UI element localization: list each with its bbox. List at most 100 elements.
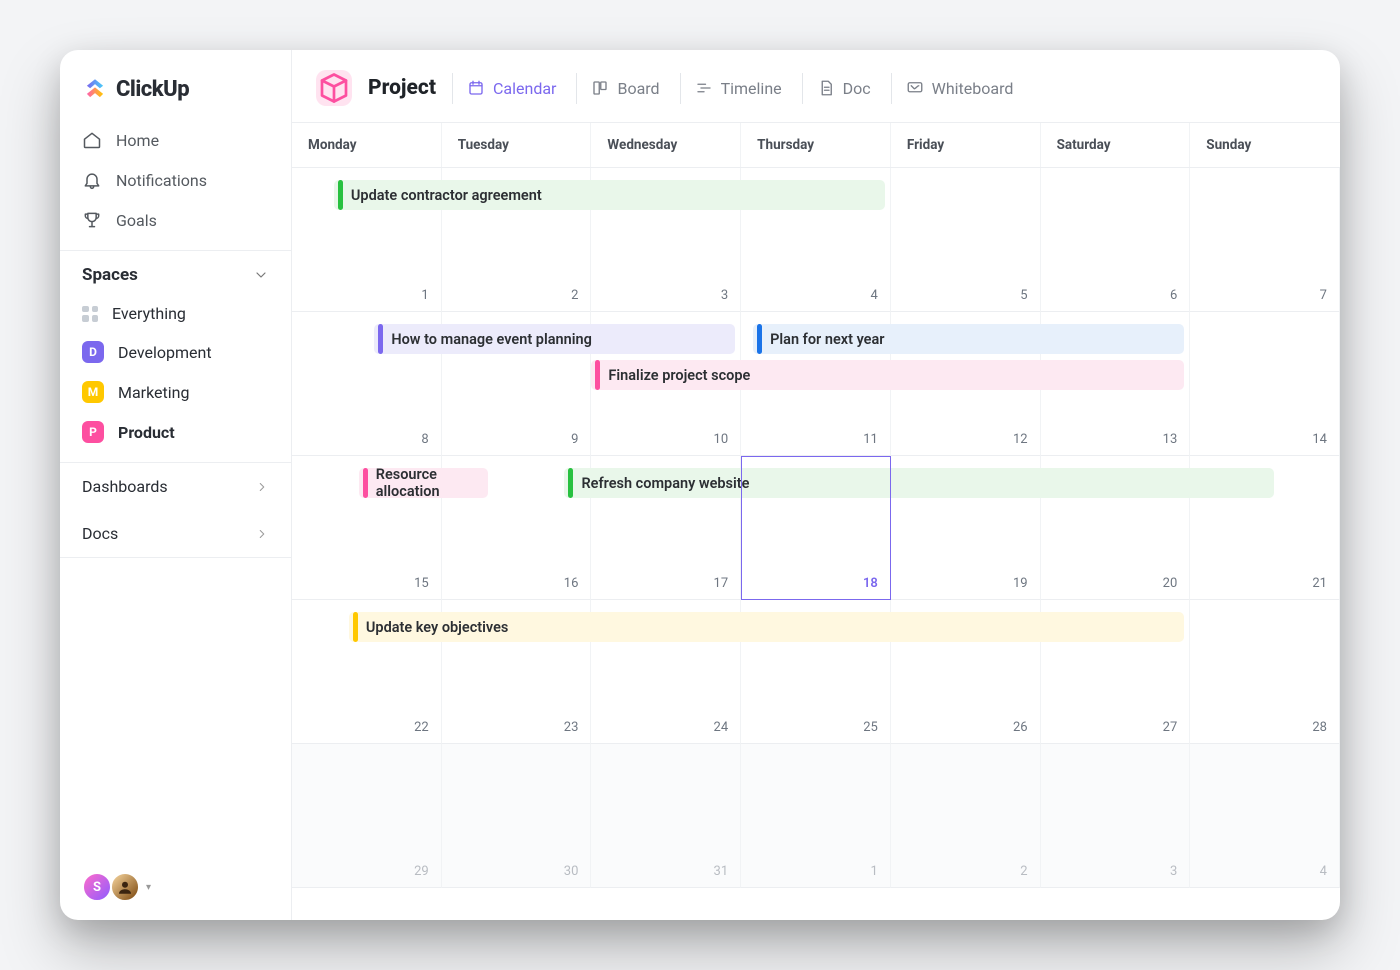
- avatar: [110, 872, 140, 902]
- nav-notifications[interactable]: Notifications: [60, 160, 291, 200]
- tab-doc[interactable]: Doc: [802, 73, 885, 104]
- sidebar-docs[interactable]: Docs: [60, 510, 291, 557]
- nav-goals-label: Goals: [116, 211, 157, 230]
- tab-whiteboard[interactable]: Whiteboard: [891, 73, 1028, 104]
- dow-cell: Wednesday: [591, 123, 741, 167]
- day-cell[interactable]: 4: [1190, 744, 1340, 888]
- topbar: Project Calendar Board Timeline Doc Whit…: [292, 50, 1340, 123]
- brand-name: ClickUp: [116, 77, 189, 102]
- weeks-container: 1234567Update contractor agreement891011…: [292, 168, 1340, 888]
- dow-cell: Saturday: [1041, 123, 1191, 167]
- calendar-event[interactable]: Update contractor agreement: [334, 180, 885, 210]
- nav-home[interactable]: Home: [60, 120, 291, 160]
- week-row: 891011121314How to manage event planning…: [292, 312, 1340, 456]
- day-cell[interactable]: 7: [1190, 168, 1340, 312]
- event-label: Refresh company website: [581, 475, 749, 492]
- calendar-event[interactable]: Refresh company website: [564, 468, 1274, 498]
- calendar-event[interactable]: How to manage event planning: [374, 324, 735, 354]
- week-row: 22232425262728Update key objectives: [292, 600, 1340, 744]
- week-row: 2930311234: [292, 744, 1340, 888]
- calendar-event[interactable]: Resource allocation: [359, 468, 488, 498]
- sidebar-dashboards[interactable]: Dashboards: [60, 462, 291, 510]
- event-label: Finalize project scope: [608, 367, 750, 384]
- dow-cell: Thursday: [741, 123, 891, 167]
- day-cell[interactable]: 30: [442, 744, 592, 888]
- day-cell[interactable]: 28: [1190, 600, 1340, 744]
- day-cell[interactable]: 5: [891, 168, 1041, 312]
- calendar-event[interactable]: Finalize project scope: [591, 360, 1184, 390]
- event-color-bar: [595, 360, 600, 390]
- nav-home-label: Home: [116, 131, 159, 150]
- space-dev-badge: D: [82, 341, 104, 363]
- tab-calendar-label: Calendar: [493, 79, 556, 98]
- event-label: Update key objectives: [366, 619, 508, 636]
- cube-icon: [316, 70, 352, 106]
- tab-board[interactable]: Board: [576, 73, 673, 104]
- event-label: How to manage event planning: [391, 331, 592, 348]
- doc-icon: [817, 79, 835, 97]
- chevron-down-icon: ▾: [146, 882, 151, 893]
- space-prod-badge: P: [82, 421, 104, 443]
- event-color-bar: [757, 324, 762, 354]
- space-everything-label: Everything: [112, 304, 186, 323]
- space-everything[interactable]: Everything: [60, 295, 291, 332]
- calendar-event[interactable]: Plan for next year: [753, 324, 1184, 354]
- whiteboard-icon: [906, 79, 924, 97]
- day-cell[interactable]: 14: [1190, 312, 1340, 456]
- day-cell[interactable]: 29: [292, 744, 442, 888]
- dashboards-label: Dashboards: [82, 477, 168, 496]
- tab-doc-label: Doc: [843, 79, 871, 98]
- project-title: Project: [368, 76, 436, 100]
- tab-timeline-label: Timeline: [721, 79, 782, 98]
- trophy-icon: [82, 210, 102, 230]
- tab-calendar[interactable]: Calendar: [452, 73, 570, 104]
- space-mkt-badge: M: [82, 381, 104, 403]
- app-window: ClickUp Home Notifications Goals Spaces …: [60, 50, 1340, 920]
- event-color-bar: [363, 468, 367, 498]
- main-content: Project Calendar Board Timeline Doc Whit…: [292, 50, 1340, 920]
- event-color-bar: [378, 324, 383, 354]
- day-cell[interactable]: 2: [891, 744, 1041, 888]
- week-row: 15161718192021Resource allocationRefresh…: [292, 456, 1340, 600]
- event-color-bar: [353, 612, 358, 642]
- week-row: 1234567Update contractor agreement: [292, 168, 1340, 312]
- timeline-icon: [695, 79, 713, 97]
- event-color-bar: [568, 468, 573, 498]
- spaces-title: Spaces: [82, 265, 138, 285]
- dow-cell: Tuesday: [442, 123, 592, 167]
- bell-icon: [82, 170, 102, 190]
- home-icon: [82, 130, 102, 150]
- day-cell[interactable]: 31: [591, 744, 741, 888]
- avatar: S: [82, 872, 112, 902]
- calendar-icon: [467, 79, 485, 97]
- brand-logo[interactable]: ClickUp: [60, 50, 291, 120]
- space-development[interactable]: D Development: [60, 332, 291, 372]
- day-of-week-header: MondayTuesdayWednesdayThursdayFridaySatu…: [292, 123, 1340, 168]
- tab-timeline[interactable]: Timeline: [680, 73, 796, 104]
- space-marketing-label: Marketing: [118, 383, 189, 402]
- dow-cell: Monday: [292, 123, 442, 167]
- space-product-label: Product: [118, 423, 175, 442]
- calendar: MondayTuesdayWednesdayThursdayFridaySatu…: [292, 123, 1340, 920]
- calendar-event[interactable]: Update key objectives: [349, 612, 1184, 642]
- day-cell[interactable]: 3: [1041, 744, 1191, 888]
- spaces-header[interactable]: Spaces: [60, 250, 291, 295]
- event-label: Update contractor agreement: [351, 187, 542, 204]
- project-badge[interactable]: [316, 70, 352, 106]
- tab-whiteboard-label: Whiteboard: [932, 79, 1014, 98]
- dow-cell: Friday: [891, 123, 1041, 167]
- nav-notifications-label: Notifications: [116, 171, 207, 190]
- dow-cell: Sunday: [1190, 123, 1340, 167]
- space-product[interactable]: P Product: [60, 412, 291, 452]
- chevron-right-icon: [255, 480, 269, 494]
- day-cell[interactable]: 18: [741, 456, 891, 600]
- day-cell[interactable]: 1: [741, 744, 891, 888]
- event-label: Plan for next year: [770, 331, 884, 348]
- nav-goals[interactable]: Goals: [60, 200, 291, 240]
- space-marketing[interactable]: M Marketing: [60, 372, 291, 412]
- person-icon: [116, 878, 134, 896]
- user-avatars[interactable]: S ▾: [82, 872, 151, 902]
- docs-label: Docs: [82, 524, 118, 543]
- day-cell[interactable]: 6: [1041, 168, 1191, 312]
- event-label: Resource allocation: [376, 466, 488, 500]
